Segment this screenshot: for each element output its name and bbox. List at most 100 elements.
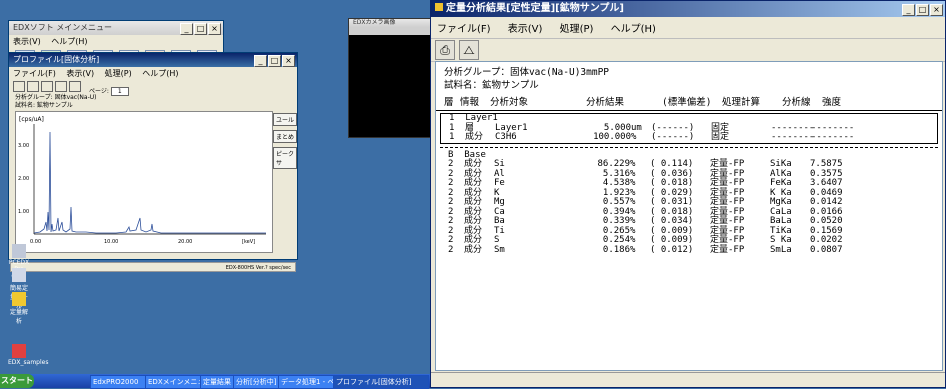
result-table-header: 層 情報 分析対象 分析結果 (標準偏差) 処理計算 分析線 強度 [436,96,942,111]
table-cell: ( 0.012) [650,244,694,255]
layer1-rows: 1 層 Layer1 5.000 um (------) 固定 -------- -------… [441,123,937,143]
launcher-menubar[interactable]: 表示(V) ヘルプ(H) [9,35,223,48]
x-unit: [keV] [242,239,255,245]
table-row[interactable]: 2 成分 Sm 0.186% ( 0.012) 定量-FP SmLa 0.0807 [440,244,938,256]
menu-view[interactable]: 表示(V) [508,24,543,35]
status-bar [431,372,945,387]
table-cell: (------) [651,132,695,142]
folder-icon [12,292,26,306]
taskbar-item[interactable]: EDXメインメニュー [145,375,201,389]
maximize-icon[interactable]: □ [194,23,207,35]
side-button[interactable]: まとめ [273,130,297,143]
start-button[interactable]: スタート [0,374,34,388]
menu-view[interactable]: 表示(V) [13,37,41,46]
table-cell: Sm [494,244,505,255]
table-cell: C3H6 [495,132,517,142]
base-rows: 2 成分 Si 86.229%( 0.114) 定量-FP SiKa 7.5875 2 成分 Al… [440,159,938,256]
minimize-icon[interactable]: _ [254,55,267,67]
maximize-icon[interactable]: □ [268,55,281,67]
camera-title: EDXカメラ画像 [349,19,431,27]
xtick: 20.00 [178,239,192,245]
desktop-icon-label: 定量解析 [9,309,28,325]
page-select[interactable]: 1 [110,87,129,96]
table-cell [554,179,590,189]
peak-icon[interactable] [41,81,53,92]
sample-name-value: 鉱物サンプル [482,80,539,91]
col-intensity: 強度 [822,97,842,108]
taskbar-item[interactable]: 定量結果 [200,375,234,389]
spectrum-line [33,131,266,234]
taskbar-item[interactable]: データ処理1 - ペイント [278,375,334,389]
zoom-icon[interactable] [27,81,39,92]
app-icon [435,3,443,11]
base-group: B Base 2 成分 Si 86.229%( 0.114) 定量-FP SiKa 7.58… [440,150,938,256]
taskbar-item[interactable]: 分析[分析中] [233,375,279,389]
table-cell [554,227,590,237]
desktop-icon[interactable]: EDX_samples [8,344,48,366]
table-cell: 2 [448,244,454,255]
scale-icon[interactable] [69,81,81,92]
table-cell [555,133,591,143]
table-cell: 成分 [464,244,483,255]
quant-result-title: 定量分析結果[定性定量][鉱物サンプル] [431,1,945,17]
menu-help[interactable]: ヘルプ(H) [51,37,87,46]
main-menubar[interactable]: ファイル(F) 表示(V) 処理(P) ヘルプ(H) [431,17,945,39]
sample-name-line: 試料名：鉱物サンプル [444,79,934,92]
close-icon[interactable]: × [930,4,943,16]
launcher-window-controls[interactable]: _ □ × [180,23,221,35]
col-stddev: (標準偏差) [662,97,712,108]
background-status-strip: EDX-800HS Ver.? spec/sec [10,262,296,272]
table-cell [554,208,590,218]
menu-process[interactable]: 処理(P) [560,24,594,35]
ytick: 3.00 [18,143,29,149]
menu-help[interactable]: ヘルプ(H) [611,24,656,35]
minimize-icon[interactable]: _ [180,23,193,35]
page-selector[interactable]: ページ: 1 [89,86,129,96]
table-cell: 0.186 [602,244,630,255]
grid-icon[interactable] [55,81,67,92]
result-panel: 分析グループ：固体vac(Na-U)3mmPP 試料名：鉱物サンプル 層 情報 … [435,61,943,371]
table-cell: SmLa [770,244,792,255]
maximize-icon[interactable]: □ [916,4,929,16]
menu-help[interactable]: ヘルプ(H) [142,69,178,78]
table-cell [554,160,590,170]
camera-window[interactable]: EDXカメラ画像 [348,18,432,138]
profile-menubar[interactable]: ファイル(F) 表示(V) 処理(P) ヘルプ(H) [9,67,297,80]
close-icon[interactable]: × [208,23,221,35]
ytick: 1.00 [18,209,29,215]
xtick: 10.00 [104,239,118,245]
close-icon[interactable]: × [282,55,295,67]
table-cell: Ti [494,225,505,236]
taskbar-item[interactable]: プロファイル[固体分析] [333,375,429,389]
print-icon[interactable]: ⎙ [435,40,455,60]
ytick: 2.00 [18,176,29,182]
analysis-group-line: 分析グループ：固体vac(Na-U)3mmPP [444,66,934,79]
menu-file[interactable]: ファイル(F) [13,69,56,78]
spectrum-icon[interactable]: ⧍ [459,40,479,60]
main-toolbar: ⎙ ⧍ [431,39,945,62]
desktop-icon[interactable]: 定量解析 [8,292,30,325]
page-label: ページ: [89,88,109,95]
table-cell: 0.0807 [810,244,843,255]
menu-process[interactable]: 処理(P) [105,69,132,78]
profile-window-controls[interactable]: _ □ × [254,55,295,67]
menu-view[interactable]: 表示(V) [66,69,94,78]
table-row[interactable]: 1 成分 C3H6 100.000% (------) 固定 -------- -------… [441,132,937,143]
document-icon [12,344,26,358]
table-cell: Fe [494,178,505,188]
taskbar-item[interactable]: EdxPRO2000 [90,375,146,389]
side-buttons: ユール まとめ ピークサ [273,113,297,169]
print-icon[interactable] [13,81,25,92]
profile-window[interactable]: プロファイル[固体分析] _ □ × ファイル(F) 表示(V) 処理(P) ヘルプ… [8,52,298,260]
menu-file[interactable]: ファイル(F) [437,24,491,35]
side-button[interactable]: ユール [273,113,297,126]
window-title-text: 定量分析結果[定性定量][鉱物サンプル] [446,3,624,14]
side-button[interactable]: ピークサ [273,147,297,169]
table-cell [554,198,590,208]
window-controls[interactable]: _ □ × [902,4,943,16]
spectrum-plot-area[interactable]: [cps/uA] 1.00 2.00 3.00 0.00 10.00 20.00… [15,111,273,253]
col-layer: 層 [444,97,454,108]
quant-result-window[interactable]: 定量分析結果[定性定量][鉱物サンプル] _ □ × ファイル(F) 表示(V)… [430,0,946,388]
profile-sample-label: 試料名: 鉱物サンプル [15,102,73,109]
minimize-icon[interactable]: _ [902,4,915,16]
